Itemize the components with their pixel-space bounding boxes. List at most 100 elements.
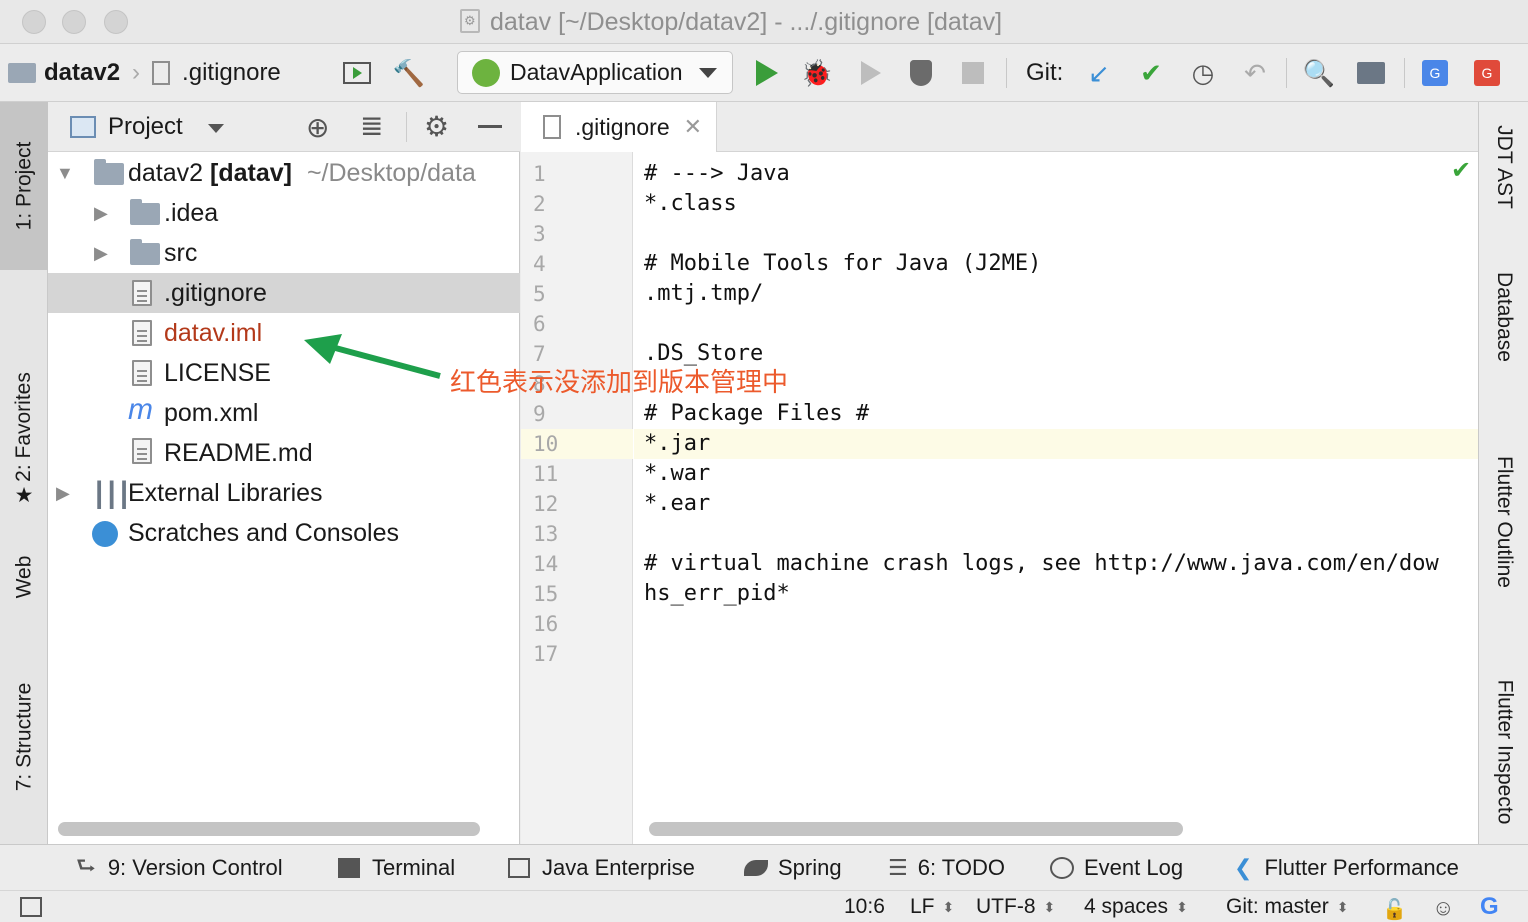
tree-item-external-libraries[interactable]: ▶ ┃┃┃ External Libraries bbox=[48, 473, 520, 513]
tab-web-label: Web bbox=[12, 555, 35, 599]
google-translate-icon[interactable]: G bbox=[1420, 58, 1450, 88]
code-line[interactable] bbox=[634, 519, 1478, 549]
module-folder-icon bbox=[94, 159, 124, 185]
close-icon[interactable]: ✕ bbox=[684, 114, 702, 140]
encoding-select[interactable]: UTF-8 ⬍ bbox=[976, 891, 1055, 922]
tab-database[interactable]: Database bbox=[1479, 252, 1528, 382]
debug-bug-icon[interactable]: 🐞 bbox=[801, 58, 833, 88]
tab-todo[interactable]: ☰ 6: TODO bbox=[888, 845, 1005, 891]
hide-panel-icon[interactable] bbox=[478, 125, 502, 128]
tab-java-enterprise[interactable]: Java Enterprise bbox=[508, 845, 695, 891]
project-structure-icon[interactable] bbox=[1356, 58, 1386, 88]
line-number: 14 bbox=[533, 552, 559, 576]
tree-item-scratches[interactable]: Scratches and Consoles bbox=[48, 513, 520, 553]
code-line[interactable]: # Package Files # bbox=[634, 399, 1478, 429]
tab-web[interactable]: Web bbox=[0, 542, 48, 612]
build-hammer-icon[interactable]: 🔨 bbox=[393, 58, 425, 88]
tab-structure[interactable]: 7: Structure bbox=[0, 662, 48, 812]
toggle-tool-windows-icon[interactable] bbox=[20, 897, 42, 917]
horizontal-scrollbar[interactable] bbox=[649, 822, 1183, 836]
code-line[interactable]: *.class bbox=[634, 189, 1478, 219]
lock-open-icon[interactable]: 🔓 bbox=[1382, 897, 1407, 922]
google-g-icon[interactable]: G bbox=[1480, 893, 1499, 921]
search-icon[interactable]: 🔍 bbox=[1303, 58, 1335, 88]
code-line[interactable] bbox=[634, 219, 1478, 249]
line-separator-select[interactable]: LF ⬍ bbox=[910, 891, 954, 922]
code-line[interactable]: # virtual machine crash logs, see http:/… bbox=[634, 549, 1478, 579]
chevron-down-icon bbox=[698, 67, 717, 78]
indent-select[interactable]: 4 spaces ⬍ bbox=[1084, 891, 1188, 922]
minimize-window-button[interactable] bbox=[62, 10, 86, 34]
code-line[interactable] bbox=[634, 609, 1478, 639]
git-branch-select[interactable]: Git: master ⬍ bbox=[1226, 891, 1348, 922]
run-panel-icon[interactable] bbox=[342, 58, 372, 88]
expanded-arrow-icon[interactable]: ▼ bbox=[56, 163, 74, 184]
close-window-button[interactable] bbox=[22, 10, 46, 34]
code-line[interactable]: .mtj.tmp/ bbox=[634, 279, 1478, 309]
collapsed-arrow-icon[interactable]: ▶ bbox=[94, 203, 108, 224]
translate-red-icon[interactable]: G bbox=[1472, 58, 1502, 88]
code-line[interactable] bbox=[634, 639, 1478, 669]
tab-flutter-inspector-label: Flutter Inspecto bbox=[1493, 679, 1517, 825]
run-play-icon[interactable] bbox=[752, 58, 782, 88]
run-coverage-icon[interactable] bbox=[856, 58, 886, 88]
java-enterprise-icon bbox=[508, 858, 530, 878]
breadcrumb-file[interactable]: .gitignore bbox=[182, 59, 281, 87]
tree-item-idea[interactable]: ▶ .idea bbox=[48, 193, 520, 233]
code-line[interactable]: # ---> Java bbox=[634, 159, 1478, 189]
code-line[interactable]: *.ear bbox=[634, 489, 1478, 519]
git-commit-check-icon[interactable]: ✔ bbox=[1136, 58, 1166, 88]
tree-item-label: datav2 [datav] ~/Desktop/data bbox=[128, 158, 476, 187]
collapsed-arrow-icon[interactable]: ▶ bbox=[56, 483, 70, 504]
line-number: 4 bbox=[533, 252, 546, 276]
horizontal-scrollbar[interactable] bbox=[58, 822, 480, 836]
git-update-icon[interactable]: ↙ bbox=[1084, 58, 1114, 88]
tab-version-control[interactable]: ⮑ 9: Version Control bbox=[76, 845, 283, 891]
tab-terminal[interactable]: Terminal bbox=[338, 845, 455, 891]
tree-item-label: README.md bbox=[164, 438, 313, 467]
tab-gitignore[interactable]: .gitignore ✕ bbox=[521, 102, 717, 152]
text-file-icon bbox=[132, 360, 152, 386]
tree-item-datav2[interactable]: ▼ datav2 [datav] ~/Desktop/data bbox=[48, 153, 520, 193]
tab-flutter-performance[interactable]: ❮ Flutter Performance bbox=[1234, 845, 1459, 891]
tree-item-pom-xml[interactable]: m pom.xml bbox=[48, 393, 520, 433]
tab-flutter-inspector[interactable]: Flutter Inspecto bbox=[1479, 652, 1528, 852]
project-view-select[interactable]: Project bbox=[108, 113, 183, 141]
code-line[interactable]: *.jar bbox=[634, 429, 1478, 459]
code-line[interactable] bbox=[634, 309, 1478, 339]
profile-shield-icon[interactable] bbox=[906, 58, 936, 88]
tree-item-label: .gitignore bbox=[164, 278, 267, 307]
gear-icon[interactable]: ⚙ bbox=[424, 110, 449, 143]
line-number: 10 bbox=[521, 429, 633, 459]
tree-item-readme[interactable]: README.md bbox=[48, 433, 520, 473]
project-panel-header: Project ⊕ ≣ ⚙ bbox=[48, 102, 520, 152]
tab-flutter-outline-label: Flutter Outline bbox=[1493, 456, 1517, 588]
zoom-window-button[interactable] bbox=[104, 10, 128, 34]
git-history-clock-icon[interactable]: ◷ bbox=[1188, 58, 1218, 88]
code-line[interactable]: *.war bbox=[634, 459, 1478, 489]
code-line[interactable]: # Mobile Tools for Java (J2ME) bbox=[634, 249, 1478, 279]
tree-item-gitignore[interactable]: .gitignore bbox=[48, 273, 520, 313]
title-bar: datav [~/Desktop/datav2] - .../.gitignor… bbox=[0, 0, 1528, 44]
tab-jdt-ast-label: JDT AST bbox=[1493, 125, 1517, 209]
markdown-file-icon bbox=[132, 438, 152, 464]
run-configuration-select[interactable]: DatavApplication bbox=[457, 51, 733, 94]
tab-project[interactable]: 1: Project bbox=[0, 102, 48, 270]
tab-spring[interactable]: Spring bbox=[744, 845, 842, 891]
tab-event-log[interactable]: Event Log bbox=[1050, 845, 1183, 891]
caret-position[interactable]: 10:6 bbox=[844, 891, 885, 922]
tab-flutter-outline[interactable]: Flutter Outline bbox=[1479, 422, 1528, 622]
tree-item-src[interactable]: ▶ src bbox=[48, 233, 520, 273]
project-file-icon bbox=[460, 9, 480, 33]
folder-icon bbox=[130, 199, 160, 225]
tab-database-label: Database bbox=[1493, 272, 1516, 362]
collapsed-arrow-icon[interactable]: ▶ bbox=[94, 243, 108, 264]
collapse-all-icon[interactable]: ≣ bbox=[360, 109, 383, 142]
code-line[interactable]: hs_err_pid* bbox=[634, 579, 1478, 609]
git-revert-icon[interactable]: ↶ bbox=[1240, 58, 1270, 88]
tab-jdt-ast[interactable]: JDT AST bbox=[1479, 112, 1528, 222]
breadcrumb-project[interactable]: datav2 bbox=[44, 59, 120, 87]
stop-icon[interactable] bbox=[958, 58, 988, 88]
hector-inspector-icon[interactable]: ☺ bbox=[1432, 895, 1454, 921]
locate-crosshair-icon[interactable]: ⊕ bbox=[306, 111, 329, 144]
